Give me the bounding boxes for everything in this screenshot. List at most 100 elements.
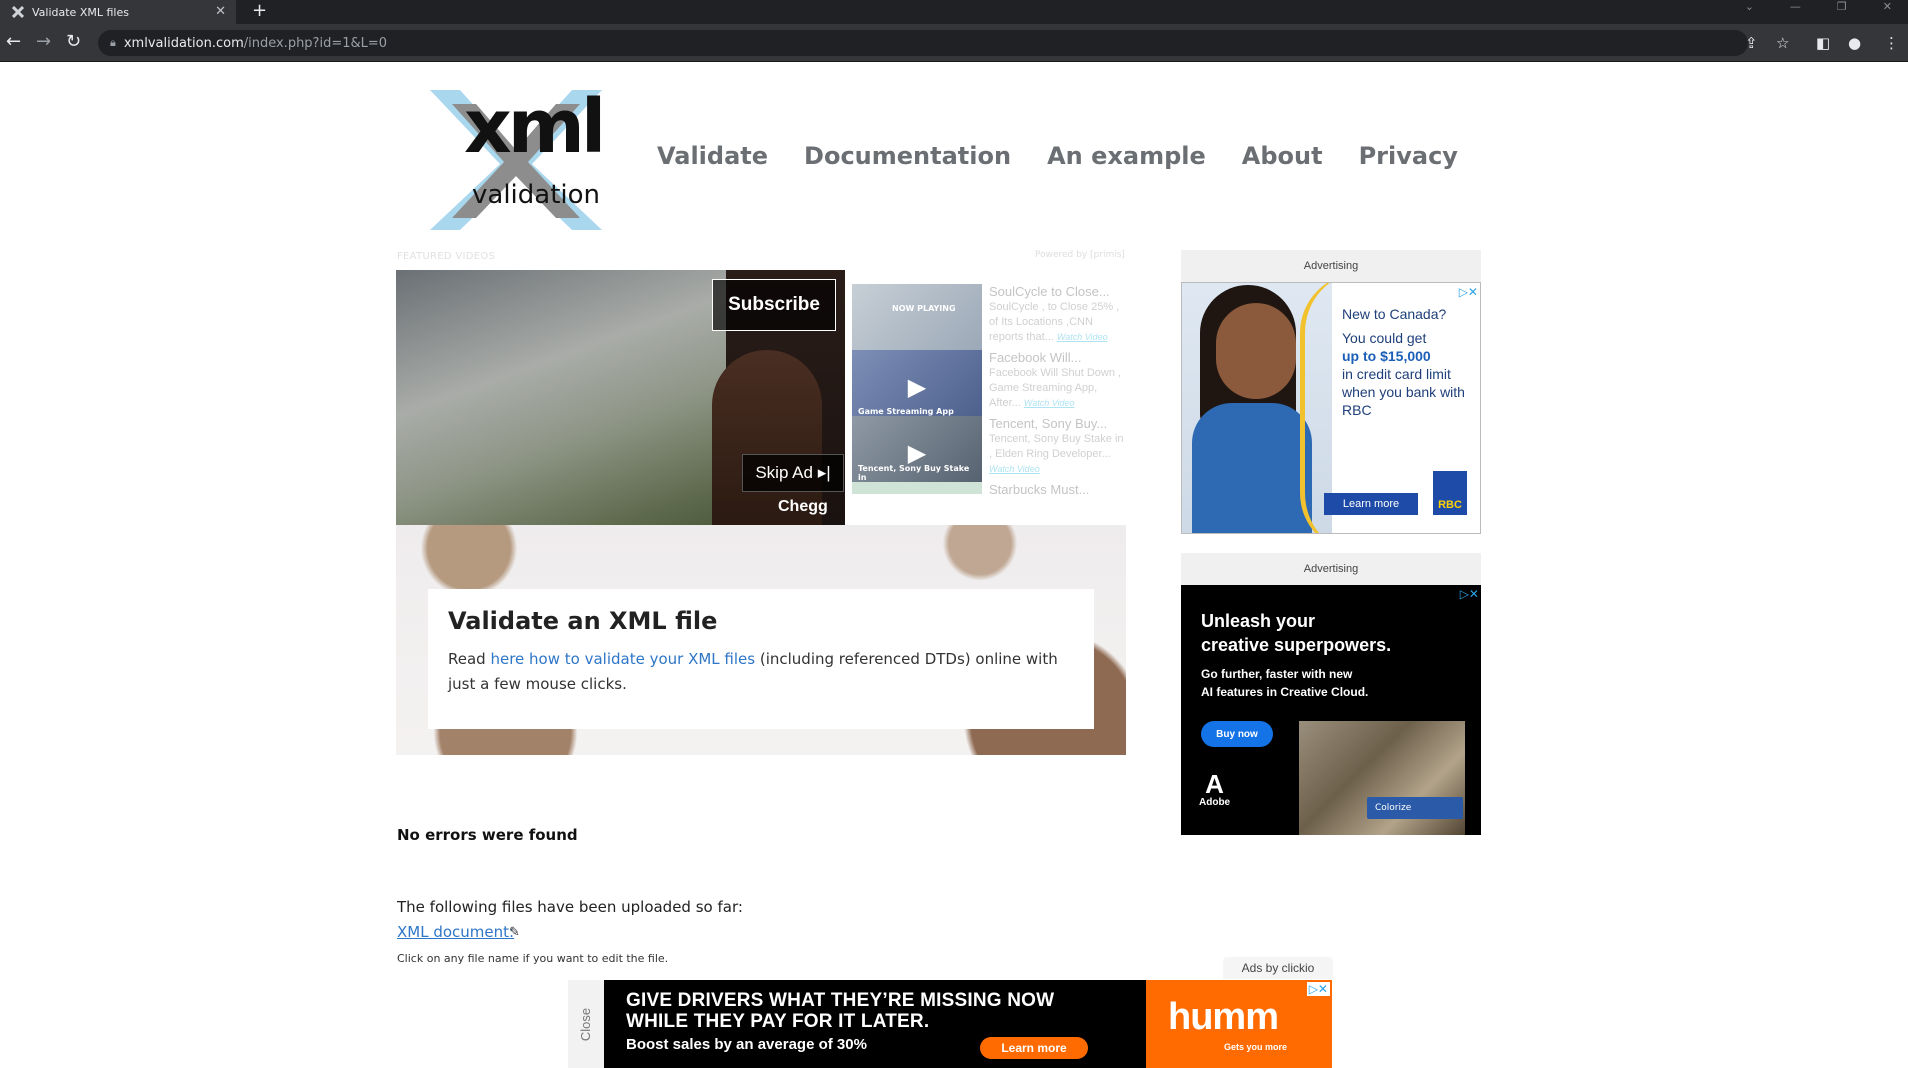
how-to-validate-link[interactable]: here how to validate your XML files <box>490 650 755 668</box>
humm-learn-more-button[interactable]: Learn more <box>980 1037 1088 1059</box>
video-list-item[interactable]: NOW PLAYING SoulCycle to Close... SoulCy… <box>852 284 1134 358</box>
skip-ad-button[interactable]: Skip Ad ▸| <box>742 454 844 492</box>
video-title: Tencent, Sony Buy... <box>989 416 1108 431</box>
site-logo[interactable]: xml validation <box>412 80 622 232</box>
logo-xml-text: xml <box>464 84 606 170</box>
page-title: Validate an XML file <box>448 607 718 635</box>
close-window-icon[interactable]: ✕ <box>1883 0 1892 16</box>
tab-close-icon[interactable]: ✕ <box>215 4 226 19</box>
photo-face <box>1216 303 1296 399</box>
side-panel-icon[interactable]: ◧ <box>1816 34 1830 52</box>
video-title: Starbucks Must... <box>989 482 1090 494</box>
site-favicon-icon <box>12 6 24 18</box>
adchoices-icon[interactable]: ▷✕ <box>1459 285 1478 299</box>
nav-about[interactable]: About <box>1242 142 1323 170</box>
adchoices-icon[interactable]: ▷✕ <box>1306 982 1330 996</box>
humm-tagline: Gets you more <box>1224 1042 1288 1052</box>
uploaded-files-label: The following files have been uploaded s… <box>397 898 743 916</box>
powered-by-label[interactable]: Powered by [primis] <box>1035 250 1125 260</box>
nav-documentation[interactable]: Documentation <box>804 142 1011 170</box>
page-content: xml validation Validate Documentation An… <box>0 62 1908 1068</box>
restore-icon[interactable]: ❐ <box>1837 0 1847 16</box>
profile-icon[interactable]: ● <box>1848 34 1861 52</box>
humm-brand[interactable]: ▷✕ humm Gets you more <box>1146 980 1332 1068</box>
adchoices-icon[interactable]: ▷✕ <box>1460 587 1479 601</box>
humm-headline-1: GIVE DRIVERS WHAT THEY’RE MISSING NOW <box>626 990 1055 1011</box>
pencil-icon[interactable]: ✎ <box>509 925 520 940</box>
browser-tab[interactable]: Validate XML files ✕ <box>0 0 236 24</box>
nav-validate[interactable]: Validate <box>657 142 768 170</box>
rbc-learn-more-button[interactable]: Learn more <box>1324 493 1418 515</box>
tab-title: Validate XML files <box>32 5 129 19</box>
thumbnail-caption: NOW PLAYING <box>892 304 956 313</box>
hero-description: Read here how to validate your XML files… <box>448 647 1078 697</box>
adobe-buy-now-button[interactable]: Buy now <box>1201 721 1273 747</box>
xml-document-link[interactable]: XML document: <box>397 923 514 941</box>
watch-video-link[interactable]: Watch Video <box>989 464 1040 474</box>
hero-banner: Validate an XML file Read here how to va… <box>396 525 1126 755</box>
advertising-label: Advertising <box>1303 260 1359 272</box>
colorize-toggle: Colorize <box>1367 797 1463 819</box>
video-list-item[interactable]: ▶ Tencent, Sony Buy Stake in Tencent, So… <box>852 416 1134 490</box>
rbc-headline: New to Canada? <box>1342 306 1447 322</box>
url-host: xmlvalidation.com <box>123 35 244 51</box>
address-bar[interactable]: 🔒︎ xmlvalidation.com /index.php?id=1&L=0 <box>98 30 1748 56</box>
nav-an-example[interactable]: An example <box>1047 142 1206 170</box>
rbc-line1: You could get <box>1342 330 1427 346</box>
subscribe-button[interactable]: Subscribe <box>712 279 836 331</box>
humm-subtext: Boost sales by an average of 30% <box>626 1036 867 1053</box>
share-icon[interactable]: ⇪ <box>1745 34 1758 52</box>
adobe-headline-1: Unleash your <box>1201 611 1316 631</box>
humm-headline-2: WHILE THEY PAY FOR IT LATER. <box>626 1011 930 1032</box>
browser-toolbar: ← → ↻ 🔒︎ xmlvalidation.com /index.php?id… <box>0 24 1908 62</box>
reload-icon[interactable]: ↻ <box>66 32 81 52</box>
ads-by-clickio[interactable]: Ads by clickio <box>1223 957 1333 979</box>
video-thumbnail: ▶ Game Streaming App <box>852 350 982 422</box>
rbc-line2: in credit card limit when you bank with … <box>1342 366 1465 418</box>
adobe-headline: Unleash your creative superpowers. <box>1201 609 1391 657</box>
adobe-ad[interactable]: ▷✕ Unleash your creative superpowers. Go… <box>1181 585 1481 835</box>
close-ad-button[interactable]: Close <box>568 980 604 1068</box>
minimize-icon[interactable]: — <box>1790 0 1801 16</box>
video-description: Tencent, Sony Buy Stake in , Elden Ring … <box>989 432 1129 477</box>
rbc-logo: RBC <box>1433 471 1467 515</box>
forward-icon[interactable]: → <box>36 32 51 52</box>
ad-slot-adobe: Advertising ▷✕ Unleash your creative sup… <box>1181 553 1481 835</box>
rbc-ad[interactable]: ▷✕ New to Canada? You could get up to $1… <box>1181 282 1481 534</box>
browser-tab-strip: Validate XML files ✕ + ⌄ — ❐ ✕ <box>0 0 1908 24</box>
close-ad-label: Close <box>578 1007 594 1041</box>
new-tab-icon[interactable]: + <box>252 0 267 22</box>
adobe-a-icon: A <box>1205 769 1224 799</box>
humm-ad[interactable]: GIVE DRIVERS WHAT THEY’RE MISSING NOW WH… <box>604 980 1146 1068</box>
adobe-headline-2: creative superpowers. <box>1201 635 1392 655</box>
logo-validation-text: validation <box>472 180 601 210</box>
watch-video-link[interactable]: Watch Video <box>1057 332 1108 342</box>
tab-search-icon[interactable]: ⌄ <box>1745 0 1754 16</box>
window-controls: ⌄ — ❐ ✕ <box>1745 0 1892 16</box>
video-list-item[interactable]: Starbucks Must... <box>852 482 1134 494</box>
adobe-logo-text: Adobe <box>1199 797 1231 808</box>
video-thumbnail: NOW PLAYING <box>852 284 982 356</box>
url-path: /index.php?id=1&L=0 <box>243 35 388 51</box>
hero-text-before: Read <box>448 650 491 668</box>
video-list-item[interactable]: ▶ Game Streaming App Facebook Will... Fa… <box>852 350 1134 424</box>
adobe-photo: Colorize <box>1299 721 1465 835</box>
adobe-sub-1: Go further, faster with new <box>1201 667 1353 681</box>
video-desc-text: Tencent, Sony Buy Stake in , Elden Ring … <box>989 433 1124 460</box>
bookmark-star-icon[interactable]: ☆ <box>1776 34 1789 52</box>
rbc-highlight: up to $15,000 <box>1342 348 1431 364</box>
watch-video-link[interactable]: Watch Video <box>1024 398 1075 408</box>
nav-privacy[interactable]: Privacy <box>1359 142 1458 170</box>
video-player[interactable]: Subscribe Skip Ad ▸| Chegg <box>396 270 845 525</box>
advertising-label: Advertising <box>1303 563 1359 575</box>
humm-logo: humm <box>1168 996 1279 1038</box>
video-description: SoulCycle , to Close 25% , of Its Locati… <box>989 300 1129 345</box>
adobe-logo: A Adobe <box>1199 771 1230 808</box>
back-icon[interactable]: ← <box>6 32 21 52</box>
menu-icon[interactable]: ⋮ <box>1884 34 1899 52</box>
edit-hint: Click on any file name if you want to ed… <box>397 952 669 965</box>
video-description: Facebook Will Shut Down , Game Streaming… <box>989 366 1129 411</box>
ad-sponsor-label: Chegg <box>778 498 828 515</box>
validation-status: No errors were found <box>397 826 578 844</box>
play-icon: ▶ <box>907 373 927 401</box>
